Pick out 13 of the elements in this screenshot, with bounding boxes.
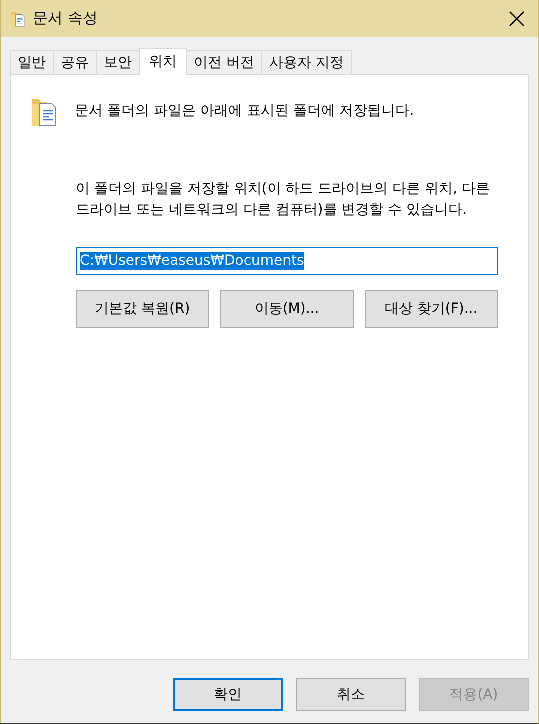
dialog-button[interactable]: 확인 (173, 678, 283, 711)
description-text: 이 폴더의 파일을 저장할 위치(이 하드 드라이브의 다른 위치, 다른 드라이브 또는 네트워크의 다른 컴퓨터)를 변경할 수 있습니다. (76, 180, 491, 220)
tab[interactable]: 일반 (10, 50, 54, 74)
tab[interactable]: 위치 (139, 48, 187, 75)
path-field[interactable]: C:₩Users₩easeus₩Documents (76, 247, 498, 275)
window-title: 문서 속성 (33, 9, 99, 28)
folder-document-icon (11, 10, 25, 27)
location-heading: 문서 폴더의 파일은 아래에 표시된 폴더에 저장됩니다. (75, 102, 414, 120)
dialog-button[interactable]: 취소 (296, 678, 406, 711)
action-button[interactable]: 이동(M)... (220, 290, 354, 328)
tab[interactable]: 사용자 지정 (261, 50, 352, 74)
action-button[interactable]: 기본값 복원(R) (76, 290, 210, 328)
action-button[interactable]: 대상 찾기(F)... (364, 290, 498, 328)
